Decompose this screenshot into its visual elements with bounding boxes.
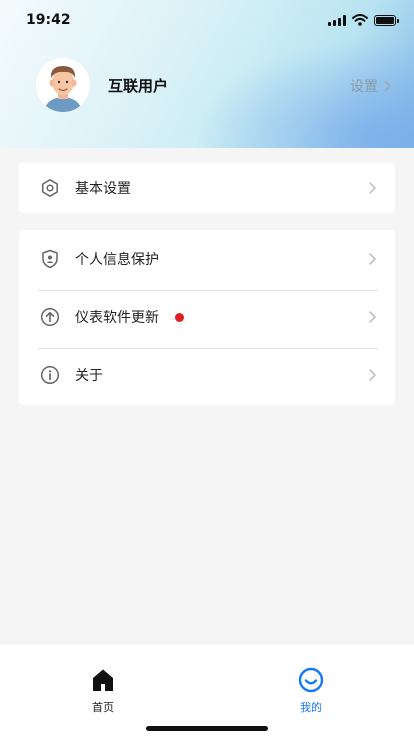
menu-item-label: 个人信息保护 (75, 252, 159, 268)
menu-item-basic-settings[interactable]: 基本设置 (19, 163, 395, 213)
chevron-right-icon (369, 369, 376, 381)
status-icons (328, 14, 399, 26)
update-badge (175, 312, 184, 322)
upload-circle-icon (40, 307, 60, 327)
tab-label: 首页 (92, 701, 114, 714)
menu-item-privacy[interactable]: 个人信息保护 (19, 230, 395, 288)
basic-settings-card: 基本设置 (19, 163, 395, 213)
chevron-right-icon (369, 253, 376, 265)
cellular-signal-icon (328, 14, 346, 26)
tab-home[interactable]: 首页 (73, 667, 133, 715)
shield-user-icon (40, 249, 60, 269)
settings-label: 设置 (350, 79, 378, 95)
menu-item-about[interactable]: 关于 (19, 346, 395, 404)
avatar[interactable] (36, 58, 90, 112)
username: 互联用户 (108, 77, 169, 95)
profile-header: 19:42 互联用户 设置 (0, 0, 414, 148)
tab-label: 我的 (300, 701, 322, 714)
menu-card: 个人信息保护 仪表软件更新 关于 (19, 230, 395, 405)
info-icon (40, 365, 60, 385)
tab-bar: 首页 我的 (0, 645, 414, 736)
status-time: 19:42 (26, 12, 71, 28)
hexagon-settings-icon (40, 178, 60, 198)
menu-item-label: 仪表软件更新 (75, 310, 159, 326)
home-icon (93, 669, 113, 691)
smile-face-icon (298, 667, 324, 693)
chevron-right-icon (369, 311, 376, 323)
wifi-icon (352, 14, 368, 26)
menu-item-firmware-update[interactable]: 仪表软件更新 (19, 288, 395, 346)
settings-button[interactable]: 设置 (350, 76, 392, 96)
battery-icon (374, 14, 399, 26)
chevron-right-icon (369, 182, 376, 194)
menu-item-label: 基本设置 (75, 181, 131, 197)
menu-item-label: 关于 (75, 368, 103, 384)
tab-mine[interactable]: 我的 (281, 667, 341, 715)
home-indicator (146, 726, 268, 731)
chevron-right-icon (384, 80, 391, 92)
